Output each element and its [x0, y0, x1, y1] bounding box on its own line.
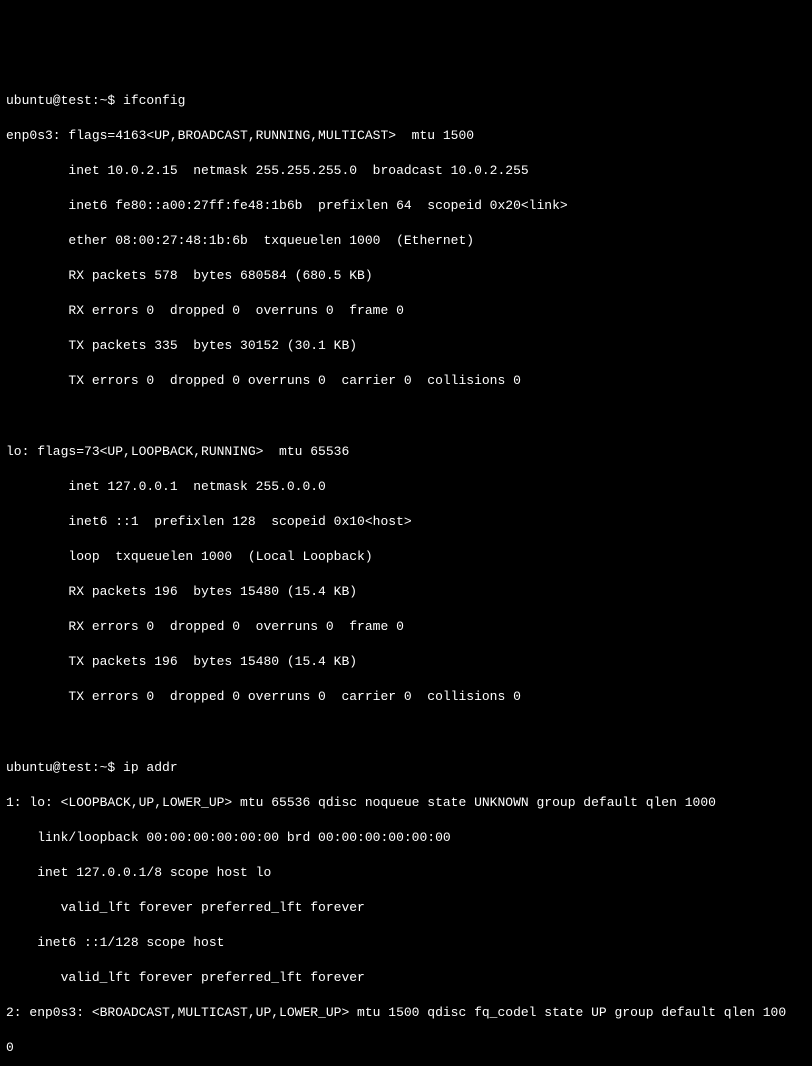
ifconfig-lo-txerrors: TX errors 0 dropped 0 overruns 0 carrier…: [6, 688, 806, 706]
ipaddr-lo-inet: inet 127.0.0.1/8 scope host lo: [6, 864, 806, 882]
ipaddr-lo-valid1: valid_lft forever preferred_lft forever: [6, 899, 806, 917]
ifconfig-lo-inet: inet 127.0.0.1 netmask 255.0.0.0: [6, 478, 806, 496]
ifconfig-enp0s3-txerrors: TX errors 0 dropped 0 overruns 0 carrier…: [6, 372, 806, 390]
ifconfig-lo-txpackets: TX packets 196 bytes 15480 (15.4 KB): [6, 653, 806, 671]
ifconfig-enp0s3-inet: inet 10.0.2.15 netmask 255.255.255.0 bro…: [6, 162, 806, 180]
ifconfig-enp0s3-header: enp0s3: flags=4163<UP,BROADCAST,RUNNING,…: [6, 127, 806, 145]
shell-prompt-ifconfig: ubuntu@test:~$ ifconfig: [6, 92, 806, 110]
blank-line: [6, 408, 806, 426]
ifconfig-enp0s3-rxpackets: RX packets 578 bytes 680584 (680.5 KB): [6, 267, 806, 285]
ipaddr-lo-valid2: valid_lft forever preferred_lft forever: [6, 969, 806, 987]
ipaddr-lo-link: link/loopback 00:00:00:00:00:00 brd 00:0…: [6, 829, 806, 847]
ifconfig-enp0s3-inet6: inet6 fe80::a00:27ff:fe48:1b6b prefixlen…: [6, 197, 806, 215]
shell-prompt-ipaddr: ubuntu@test:~$ ip addr: [6, 759, 806, 777]
ifconfig-lo-rxerrors: RX errors 0 dropped 0 overruns 0 frame 0: [6, 618, 806, 636]
ifconfig-lo-loop: loop txqueuelen 1000 (Local Loopback): [6, 548, 806, 566]
ipaddr-lo-header: 1: lo: <LOOPBACK,UP,LOWER_UP> mtu 65536 …: [6, 794, 806, 812]
ifconfig-lo-inet6: inet6 ::1 prefixlen 128 scopeid 0x10<hos…: [6, 513, 806, 531]
ifconfig-enp0s3-ether: ether 08:00:27:48:1b:6b txqueuelen 1000 …: [6, 232, 806, 250]
ipaddr-enp0s3-headerwrap: 0: [6, 1039, 806, 1057]
ifconfig-enp0s3-txpackets: TX packets 335 bytes 30152 (30.1 KB): [6, 337, 806, 355]
ifconfig-lo-header: lo: flags=73<UP,LOOPBACK,RUNNING> mtu 65…: [6, 443, 806, 461]
terminal-output[interactable]: ubuntu@test:~$ ifconfig enp0s3: flags=41…: [6, 74, 806, 1066]
ifconfig-enp0s3-rxerrors: RX errors 0 dropped 0 overruns 0 frame 0: [6, 302, 806, 320]
ipaddr-lo-inet6: inet6 ::1/128 scope host: [6, 934, 806, 952]
blank-line: [6, 723, 806, 741]
ipaddr-enp0s3-header: 2: enp0s3: <BROADCAST,MULTICAST,UP,LOWER…: [6, 1004, 806, 1022]
ifconfig-lo-rxpackets: RX packets 196 bytes 15480 (15.4 KB): [6, 583, 806, 601]
